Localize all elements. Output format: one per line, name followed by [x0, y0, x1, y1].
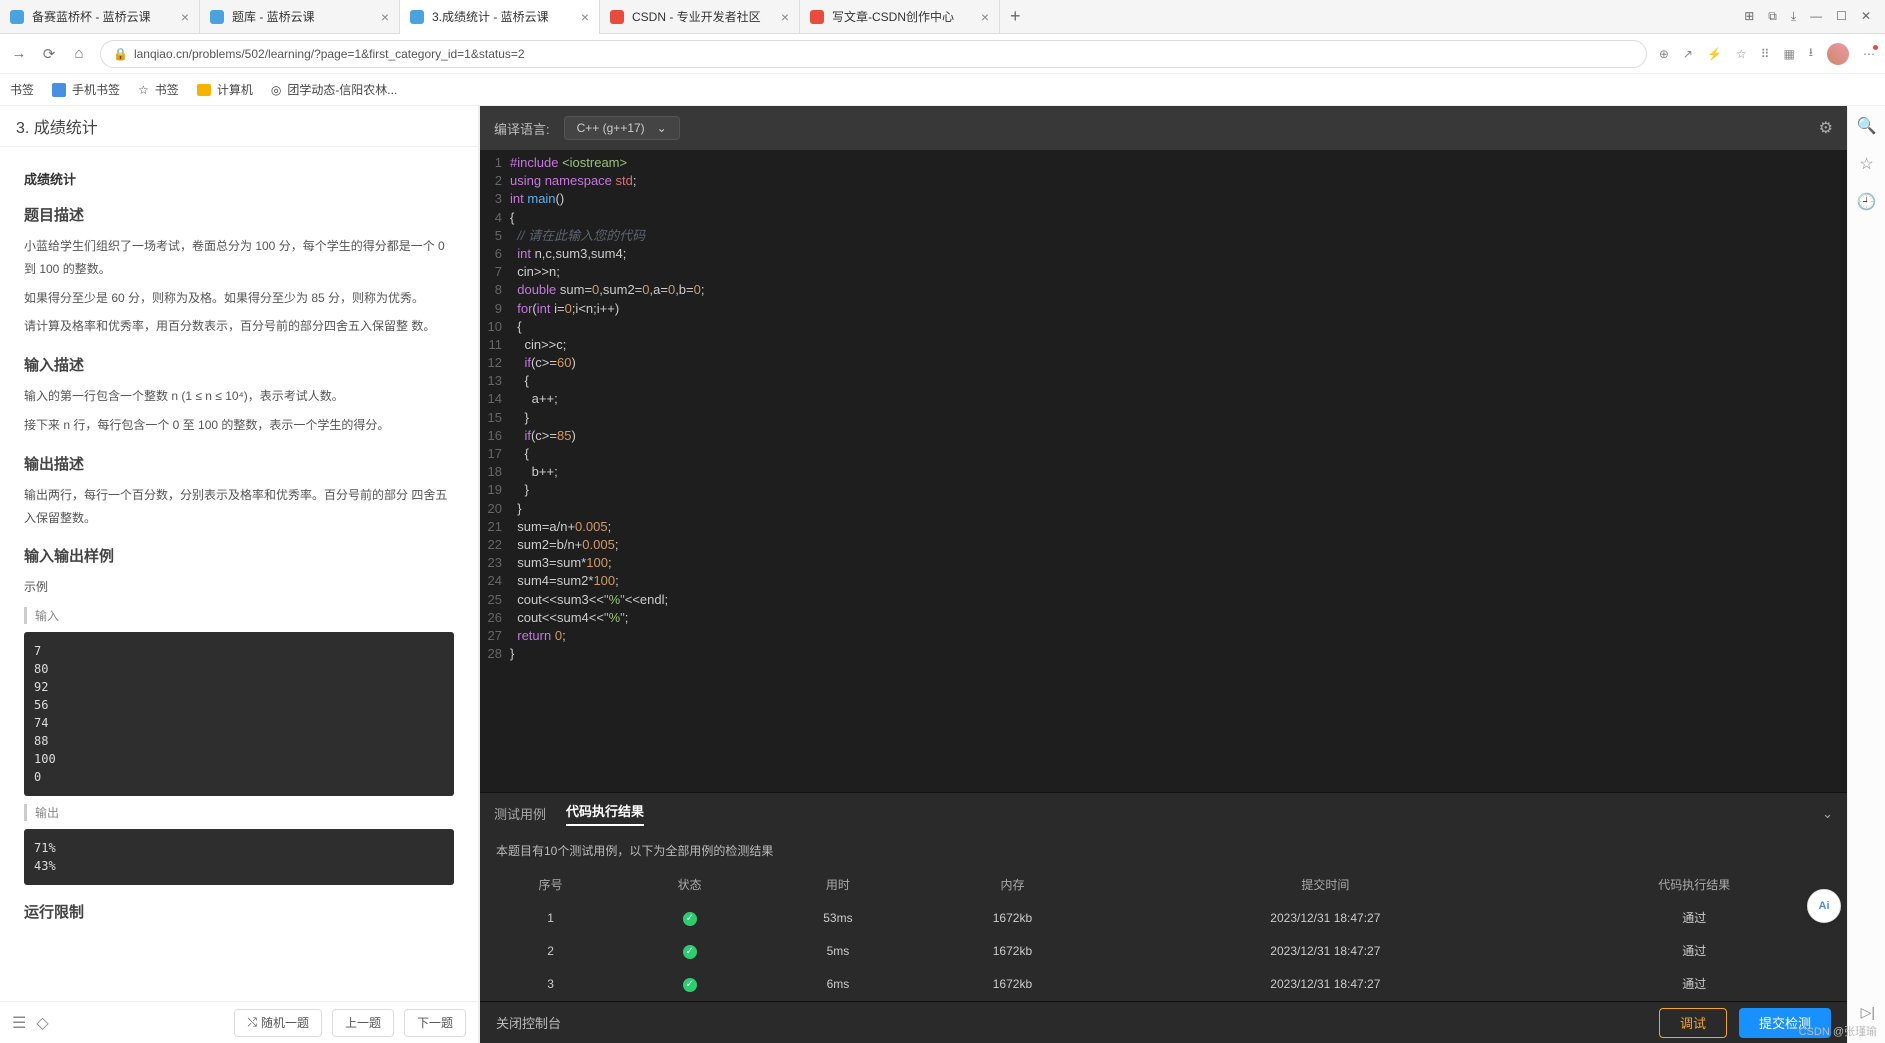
expand-sidebar-icon[interactable]: ▷|	[1861, 1004, 1875, 1021]
sample-output: 71% 43%	[24, 829, 454, 885]
bookmark-item[interactable]: 书签	[10, 81, 34, 98]
tab-title: 写文章-CSDN创作中心	[832, 8, 973, 25]
section-desc: 题目描述	[24, 204, 454, 225]
sample-output-label: 输出	[24, 804, 454, 821]
back-icon[interactable]: →	[10, 45, 28, 63]
tab-results[interactable]: 代码执行结果	[566, 801, 644, 826]
tab-close-icon[interactable]: ×	[781, 9, 789, 25]
close-console-button[interactable]: 关闭控制台	[496, 1013, 561, 1032]
lock-icon: 🔒	[113, 47, 128, 61]
tab-close-icon[interactable]: ×	[581, 9, 589, 25]
bookmark-star-icon[interactable]: ☆	[1859, 154, 1873, 174]
lang-label: 编译语言:	[494, 119, 550, 138]
section-output: 输出描述	[24, 453, 454, 474]
problem-panel: 3. 成绩统计 成绩统计 题目描述 小蓝给学生们组织了一场考试，卷面总分为 10…	[0, 106, 480, 1043]
new-tab-button[interactable]: +	[1000, 6, 1031, 27]
tab-title: 3.成绩统计 - 蓝桥云课	[432, 8, 573, 25]
tab-close-icon[interactable]: ×	[981, 9, 989, 25]
list-icon[interactable]: ☰	[12, 1013, 26, 1033]
flash-icon[interactable]: ⚡	[1707, 47, 1722, 61]
settings-icon[interactable]: ⚙	[1819, 118, 1833, 138]
star-icon[interactable]: ☆	[1736, 47, 1747, 61]
favicon	[10, 10, 24, 24]
console-info: 本题目有10个测试用例，以下为全部用例的检测结果	[480, 834, 1847, 867]
problem-footer: ☰ ◇ ⤭ 随机一题 上一题 下一题	[0, 1001, 478, 1043]
problem-body[interactable]: 成绩统计 题目描述 小蓝给学生们组织了一场考试，卷面总分为 100 分，每个学生…	[0, 147, 478, 1001]
window-controls: ⊞ ⧉ ⤓ — ☐ ✕	[1730, 9, 1885, 24]
browser-tab-bar: 备赛蓝桥杯 - 蓝桥云课×题库 - 蓝桥云课×3.成绩统计 - 蓝桥云课×CSD…	[0, 0, 1885, 34]
sample-input-label: 输入	[24, 607, 454, 624]
code-editor[interactable]: 1234567891011121314151617181920212223242…	[480, 150, 1847, 792]
ai-assistant-button[interactable]: Ai	[1807, 889, 1841, 923]
zoom-icon[interactable]: ⊕	[1659, 47, 1669, 61]
sample-input: 7 80 92 56 74 88 100 0	[24, 632, 454, 796]
fav-icon[interactable]: ◇	[36, 1013, 48, 1033]
table-row: 2✓5ms1672kb2023/12/31 18:47:27通过	[482, 935, 1845, 966]
chevron-down-icon: ⌄	[657, 121, 667, 135]
section-limit: 运行限制	[24, 901, 454, 922]
tab-title: 题库 - 蓝桥云课	[232, 8, 373, 25]
results-table: 序号状态 用时内存 提交时间代码执行结果 1✓53ms1672kb2023/12…	[480, 867, 1847, 1001]
browser-sidebar: 🔍 ☆ 🕘	[1847, 106, 1885, 1043]
bookmark-item[interactable]: ☆ 书签	[138, 81, 179, 98]
pass-icon: ✓	[683, 912, 697, 926]
tab-title: CSDN - 专业开发者社区	[632, 8, 773, 25]
ext-icon[interactable]: ⠿	[1761, 47, 1770, 61]
favicon	[210, 10, 224, 24]
url-bar: → ⟳ ⌂ 🔒 lanqiao.cn/problems/502/learning…	[0, 34, 1885, 74]
watermark: CSDN @张瑾瑜	[1799, 1023, 1877, 1039]
pass-icon: ✓	[683, 945, 697, 959]
table-row: 3✓6ms1672kb2023/12/31 18:47:27通过	[482, 968, 1845, 999]
favicon	[810, 10, 824, 24]
browser-tab[interactable]: 题库 - 蓝桥云课 ×	[200, 0, 400, 34]
prev-button[interactable]: 上一题	[332, 1009, 394, 1037]
bookmarks-bar: 书签 手机书签 ☆ 书签 计算机 ◎ 团学动态-信阳农林...	[0, 74, 1885, 106]
tab-title: 备赛蓝桥杯 - 蓝桥云课	[32, 8, 173, 25]
browser-tab[interactable]: 写文章-CSDN创作中心 ×	[800, 0, 1000, 34]
debug-button[interactable]: 调试	[1659, 1008, 1727, 1038]
section-sample: 输入输出样例	[24, 545, 454, 566]
collapse-console-icon[interactable]: ⌄	[1822, 806, 1833, 822]
favicon	[410, 10, 424, 24]
menu-icon[interactable]: ⋯	[1863, 47, 1875, 61]
reload-icon[interactable]: ⟳	[40, 45, 58, 63]
browser-tab[interactable]: 3.成绩统计 - 蓝桥云课 ×	[400, 0, 600, 34]
favicon	[610, 10, 624, 24]
dl-icon[interactable]: ⭳	[1809, 43, 1813, 64]
panel-icon[interactable]: ⊞	[1744, 9, 1754, 24]
tab-close-icon[interactable]: ×	[381, 9, 389, 25]
next-button[interactable]: 下一题	[404, 1009, 466, 1037]
tab-testcases[interactable]: 测试用例	[494, 804, 546, 823]
tab-close-icon[interactable]: ×	[181, 9, 189, 25]
bookmark-item[interactable]: ◎ 团学动态-信阳农林...	[271, 81, 397, 98]
history-icon[interactable]: 🕘	[1857, 192, 1877, 212]
maximize-icon[interactable]: ☐	[1836, 9, 1847, 24]
table-row: 1✓53ms1672kb2023/12/31 18:47:27通过	[482, 902, 1845, 933]
minimize-icon[interactable]: —	[1810, 9, 1822, 24]
apps-icon[interactable]: ▦	[1783, 47, 1794, 61]
profile-avatar[interactable]	[1827, 43, 1849, 65]
search-icon[interactable]: 🔍	[1857, 116, 1877, 136]
url-text: lanqiao.cn/problems/502/learning/?page=1…	[134, 47, 1634, 61]
bookmark-item[interactable]: 手机书签	[52, 81, 120, 98]
pass-icon: ✓	[683, 978, 697, 992]
home-icon[interactable]: ⌂	[70, 45, 88, 63]
share-icon[interactable]: ↗	[1683, 47, 1693, 61]
editor-panel: 编译语言: C++ (g++17)⌄ ⚙ 1234567891011121314…	[480, 106, 1847, 1043]
close-window-icon[interactable]: ✕	[1861, 9, 1871, 24]
bookmark-item[interactable]: 计算机	[197, 81, 253, 98]
language-select[interactable]: C++ (g++17)⌄	[564, 116, 680, 140]
address-box[interactable]: 🔒 lanqiao.cn/problems/502/learning/?page…	[100, 40, 1647, 68]
editor-toolbar: 编译语言: C++ (g++17)⌄ ⚙	[480, 106, 1847, 150]
shuffle-button[interactable]: ⤭ 随机一题	[234, 1009, 322, 1037]
console-panel: 测试用例 代码执行结果 ⌄ 本题目有10个测试用例，以下为全部用例的检测结果 序…	[480, 792, 1847, 1043]
section-input: 输入描述	[24, 354, 454, 375]
browser-tab[interactable]: CSDN - 专业开发者社区 ×	[600, 0, 800, 34]
problem-subtitle: 成绩统计	[24, 169, 454, 188]
console-footer: 关闭控制台 调试 提交检测	[480, 1001, 1847, 1043]
browser-tab[interactable]: 备赛蓝桥杯 - 蓝桥云课 ×	[0, 0, 200, 34]
download-icon[interactable]: ⤓	[1791, 9, 1796, 24]
extensions-icon[interactable]: ⧉	[1768, 9, 1777, 24]
problem-header: 3. 成绩统计	[0, 106, 478, 147]
